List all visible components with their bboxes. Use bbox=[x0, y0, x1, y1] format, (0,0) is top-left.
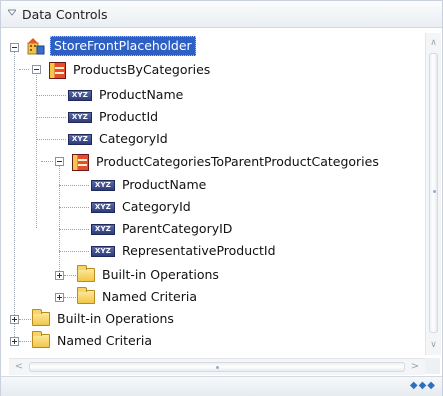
vertical-scrollbar[interactable]: ∧ ∨ bbox=[425, 33, 441, 355]
expand-toggle[interactable] bbox=[10, 337, 19, 346]
collection-icon bbox=[72, 153, 89, 171]
tree-node-label: CategoryId bbox=[99, 131, 168, 146]
tree-node-attribute[interactable]: XYZ CategoryId bbox=[68, 128, 170, 150]
scroll-grip-icon bbox=[216, 366, 219, 369]
tree-connector bbox=[36, 117, 66, 118]
tree-node-attribute[interactable]: XYZ RepresentativeProductId bbox=[91, 240, 278, 262]
tree-node-label: ProductId bbox=[99, 109, 159, 124]
collection-icon bbox=[49, 61, 66, 79]
data-controls-tree[interactable]: StoreFrontPlaceholder ProductsByCategori… bbox=[9, 33, 422, 355]
tree-node-attribute[interactable]: XYZ ProductName bbox=[68, 84, 185, 106]
tree-connector bbox=[59, 185, 89, 186]
tree-node-label: Built-in Operations bbox=[57, 311, 174, 326]
tree-connector bbox=[59, 207, 89, 208]
tree-connector bbox=[59, 251, 89, 252]
tree-connector bbox=[41, 161, 53, 162]
tree-connector bbox=[19, 341, 31, 342]
xyz-attribute-icon: XYZ bbox=[91, 201, 115, 213]
tree-node-collection[interactable]: ProductCategoriesToParentProductCategori… bbox=[72, 151, 381, 173]
triangle-down-icon[interactable] bbox=[8, 9, 16, 17]
expand-toggle[interactable] bbox=[55, 271, 64, 280]
folder-icon bbox=[77, 265, 95, 282]
tree-node-label: CategoryId bbox=[122, 199, 191, 214]
tree-node-label: ProductName bbox=[99, 87, 184, 102]
tree-node-folder[interactable]: Named Criteria bbox=[32, 330, 154, 352]
more-options-icon[interactable]: ◆◆◆ bbox=[410, 381, 436, 391]
tree-connector bbox=[59, 229, 89, 230]
expand-toggle[interactable] bbox=[10, 315, 19, 324]
collapse-toggle[interactable] bbox=[55, 157, 64, 166]
folder-icon bbox=[32, 309, 50, 326]
panel-header[interactable]: Data Controls bbox=[1, 1, 442, 28]
tree-node-folder[interactable]: Named Criteria bbox=[77, 286, 199, 308]
tree-node-label: ProductName bbox=[122, 177, 207, 192]
tree-connector bbox=[64, 275, 76, 276]
panel-title: Data Controls bbox=[22, 6, 108, 22]
xyz-attribute-icon: XYZ bbox=[91, 245, 115, 257]
tree-node-attribute[interactable]: XYZ CategoryId bbox=[91, 196, 193, 218]
xyz-attribute-icon: XYZ bbox=[68, 133, 92, 145]
tree-connector bbox=[59, 162, 60, 275]
panel-footer: ◆◆◆ bbox=[1, 376, 442, 396]
tree-connector bbox=[19, 69, 29, 70]
expand-toggle[interactable] bbox=[55, 293, 64, 302]
xyz-attribute-icon: XYZ bbox=[91, 179, 115, 191]
folder-icon bbox=[32, 331, 50, 348]
data-control-root-icon bbox=[27, 37, 45, 55]
horizontal-scrollbar[interactable]: < > bbox=[9, 358, 425, 375]
tree-connector bbox=[14, 48, 15, 341]
scroll-down-icon[interactable]: ∨ bbox=[426, 337, 441, 353]
scroll-up-icon[interactable]: ∧ bbox=[426, 35, 441, 51]
tree-node-attribute[interactable]: XYZ ProductId bbox=[68, 106, 160, 128]
xyz-attribute-icon: XYZ bbox=[91, 223, 115, 235]
tree-node-label: ParentCategoryID bbox=[122, 221, 233, 236]
tree-node-label: Built-in Operations bbox=[102, 267, 219, 282]
collapse-toggle[interactable] bbox=[10, 43, 19, 52]
data-controls-panel: Data Controls StoreFrontPlaceholder Prod… bbox=[0, 0, 443, 396]
tree-node-label: Named Criteria bbox=[57, 333, 152, 348]
tree-connector bbox=[64, 297, 76, 298]
horizontal-scroll-thumb[interactable] bbox=[29, 362, 405, 372]
tree-node-label: StoreFrontPlaceholder bbox=[50, 36, 196, 56]
scrollbar-corner bbox=[425, 358, 440, 374]
tree-node-attribute[interactable]: XYZ ProductName bbox=[91, 174, 208, 196]
tree-connector bbox=[36, 95, 66, 96]
xyz-attribute-icon: XYZ bbox=[68, 111, 92, 123]
scroll-grip-icon bbox=[433, 190, 436, 193]
tree-node-label: RepresentativeProductId bbox=[122, 243, 276, 258]
folder-icon bbox=[77, 287, 95, 304]
xyz-attribute-icon: XYZ bbox=[68, 89, 92, 101]
tree-node-label: Named Criteria bbox=[102, 289, 197, 304]
tree-connector bbox=[36, 139, 66, 140]
scroll-left-icon[interactable]: < bbox=[11, 359, 27, 375]
collapse-toggle[interactable] bbox=[32, 65, 41, 74]
tree-node-root[interactable]: StoreFrontPlaceholder bbox=[27, 35, 196, 57]
tree-connector bbox=[19, 319, 31, 320]
tree-node-folder[interactable]: Built-in Operations bbox=[32, 308, 176, 330]
tree-node-label: ProductCategoriesToParentProductCategori… bbox=[96, 154, 379, 169]
tree-node-label: ProductsByCategories bbox=[73, 62, 211, 77]
vertical-scroll-thumb[interactable] bbox=[429, 53, 438, 333]
tree-node-collection[interactable]: ProductsByCategories bbox=[49, 59, 212, 81]
scroll-right-icon[interactable]: > bbox=[407, 359, 423, 375]
tree-node-folder[interactable]: Built-in Operations bbox=[77, 264, 221, 286]
tree-node-attribute[interactable]: XYZ ParentCategoryID bbox=[91, 218, 234, 240]
